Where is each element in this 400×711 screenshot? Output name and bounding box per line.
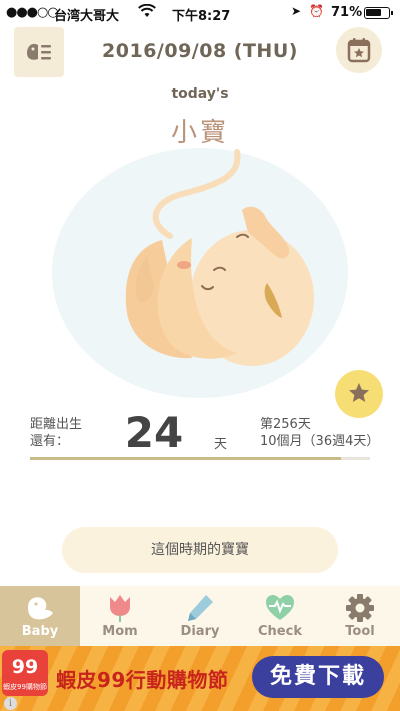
favorite-button[interactable] (335, 370, 383, 418)
countdown-label: 距離出生 還有： (30, 416, 100, 450)
heart-pulse-icon (266, 595, 294, 620)
ad-download-button[interactable]: 免費下載 (252, 656, 384, 698)
tab-baby[interactable]: Baby (0, 586, 80, 646)
tulip-icon (110, 595, 130, 622)
menu-button[interactable] (14, 27, 64, 77)
clock-time: 下午8:27 (172, 9, 231, 24)
tab-diary[interactable]: Diary (160, 586, 240, 646)
gear-icon (346, 594, 374, 622)
tab-baby-label: Baby (21, 624, 59, 639)
baby-name: 小寶 (170, 118, 229, 148)
birth-countdown: 距離出生 還有： 24 天 第256天 10個月（36週4天） (30, 408, 379, 460)
pregnancy-info: 第256天 10個月（36週4天） (260, 416, 380, 450)
alarm-icon: ⏰ (309, 4, 324, 18)
tab-bar: Baby Mom Diary Check Tool (0, 586, 400, 646)
pregnancy-progress-fill (30, 457, 341, 460)
ad-text: 蝦皮99行動購物節 (56, 668, 229, 692)
tab-check[interactable]: Check (240, 586, 320, 646)
tab-mom-label: Mom (102, 624, 138, 639)
bird-icon (28, 597, 53, 620)
date-title: 2016/09/08 (THU) (102, 40, 298, 62)
signal-strength: ●●●○○ (6, 5, 59, 20)
ad-info-icon[interactable]: i (4, 697, 17, 710)
battery-percent: 71% (331, 5, 363, 20)
days-unit: 天 (214, 437, 228, 452)
star-icon (349, 383, 369, 402)
menu-icon (27, 43, 51, 60)
ad-logo-subtitle: 蝦皮99購物節 (3, 683, 47, 691)
calendar-star-icon (347, 38, 371, 63)
status-bar: ●●●○○ 台湾大哥大 下午8:27 ➤ ⏰ 71% (0, 0, 400, 26)
pregnancy-age: 10個月（36週4天） (260, 434, 380, 449)
countdown-label-line2: 還有： (30, 434, 70, 449)
battery-level-fill (366, 9, 381, 16)
countdown-label-line1: 距離出生 (30, 417, 83, 432)
carrier-name: 台湾大哥大 (54, 9, 120, 24)
calendar-button[interactable] (336, 27, 382, 73)
tab-diary-label: Diary (180, 624, 220, 639)
tab-tool-label: Tool (345, 624, 375, 639)
wifi-icon (138, 3, 156, 22)
todays-label: today's (171, 86, 229, 102)
tab-check-label: Check (258, 624, 302, 639)
location-arrow-icon: ➤ (291, 4, 302, 18)
tab-tool[interactable]: Tool (320, 586, 400, 646)
pen-icon (188, 595, 213, 621)
this-period-baby-button[interactable]: 這個時期的寶寶 (62, 527, 338, 573)
ad-banner[interactable]: 99 蝦皮99購物節 蝦皮99行動購物節 免費下載 i (0, 646, 400, 711)
fetus-illustration (52, 148, 348, 398)
days-left: 24 (124, 408, 184, 457)
tab-mom[interactable]: Mom (80, 586, 160, 646)
battery-icon (364, 7, 393, 19)
pregnancy-day: 第256天 (260, 417, 311, 432)
pregnancy-progress-bar (30, 457, 370, 460)
